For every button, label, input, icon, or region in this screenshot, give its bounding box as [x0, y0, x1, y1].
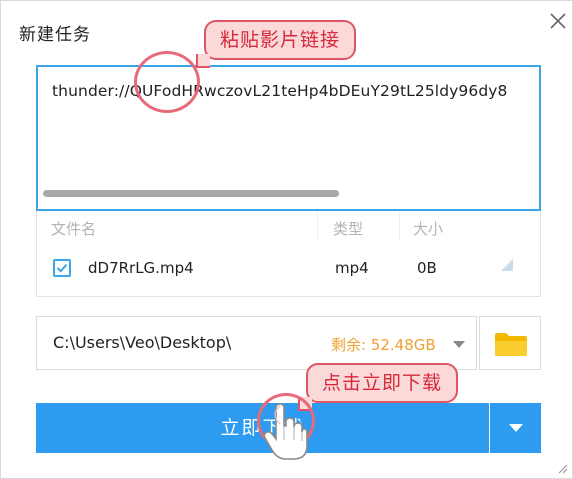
file-size: 0B [417, 259, 437, 277]
hand-pointer-icon [263, 403, 308, 460]
file-type: mp4 [335, 259, 369, 277]
close-icon [550, 13, 566, 29]
file-table: 文件名 类型 大小 dD7RrLG.mp4 mp4 0B [36, 211, 541, 297]
chevron-down-icon[interactable] [452, 339, 466, 349]
save-path-value: C:\Users\Veo\Desktop\ [53, 333, 232, 352]
resize-grip-icon [501, 259, 513, 271]
check-icon [56, 263, 68, 273]
url-scrollbar-thumb[interactable] [43, 190, 339, 197]
column-header-type[interactable]: 类型 [333, 218, 363, 239]
url-horizontal-scrollbar[interactable] [41, 188, 536, 199]
url-input[interactable]: thunder://QUFodHRwczovL21teHp4bDEuY29tL2… [36, 65, 541, 211]
callout-paste-link-text: 粘贴影片链接 [220, 29, 341, 51]
download-options-button[interactable] [490, 403, 541, 453]
column-header-name[interactable]: 文件名 [51, 218, 96, 239]
free-space-label: 剩余: 52.48GB [331, 336, 436, 354]
callout-paste-link: 粘贴影片链接 [204, 20, 357, 60]
save-path-select[interactable]: C:\Users\Veo\Desktop\ 剩余: 52.48GB [36, 316, 477, 370]
column-divider[interactable] [399, 211, 400, 241]
url-input-value[interactable]: thunder://QUFodHRwczovL21teHp4bDEuY29tL2… [52, 82, 508, 100]
folder-icon [495, 333, 527, 356]
window-resize-icon[interactable] [556, 462, 568, 474]
file-name: dD7RrLG.mp4 [88, 259, 194, 277]
close-button[interactable] [548, 11, 568, 31]
callout-click-download-text: 点击立即下载 [322, 372, 443, 394]
highlight-circle [134, 51, 200, 113]
callout-pointer [196, 54, 210, 68]
dialog-title: 新建任务 [19, 25, 91, 45]
browse-folder-button[interactable] [479, 316, 541, 370]
column-divider[interactable] [317, 211, 318, 241]
chevron-down-icon [509, 424, 523, 432]
column-header-size[interactable]: 大小 [413, 218, 443, 239]
callout-click-download: 点击立即下载 [306, 363, 459, 403]
file-checkbox[interactable] [53, 259, 71, 277]
